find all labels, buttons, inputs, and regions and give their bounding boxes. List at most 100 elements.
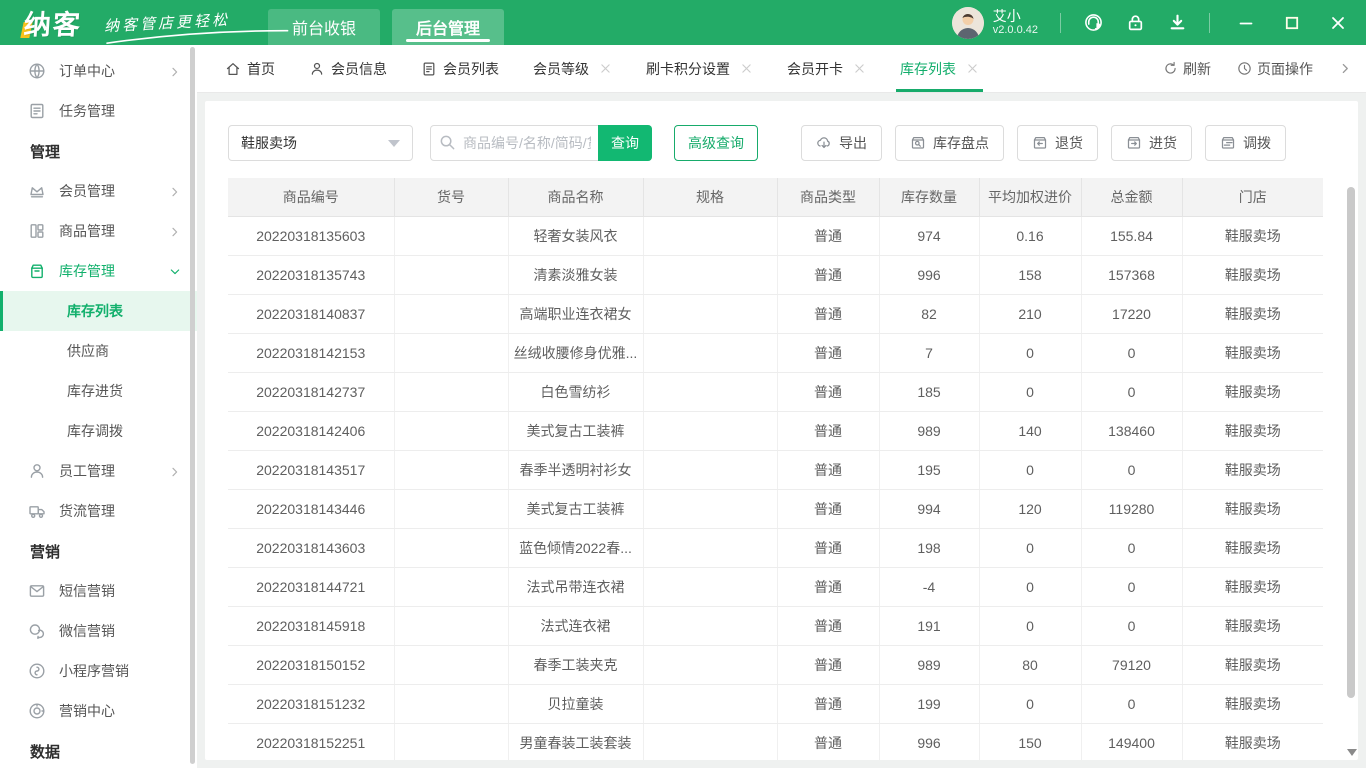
table-cell [394,528,508,567]
close-icon[interactable] [853,62,866,75]
table-row[interactable]: 20220318144721法式吊带连衣裙普通-400鞋服卖场 [228,567,1323,606]
tab-0[interactable]: 首页 [225,45,275,92]
app-logo: 纳客 [24,3,82,42]
home-icon [225,61,241,77]
table-scrollbar[interactable] [1347,187,1355,742]
minimize-button[interactable] [1236,13,1256,33]
sidebar-item-label: 商品管理 [59,221,169,241]
sidebar-subitem-6[interactable]: 库存列表 [0,291,197,331]
table-cell: 鞋服卖场 [1182,255,1323,294]
chevron-right-icon[interactable] [1339,62,1352,75]
table-row[interactable]: 20220318150152春季工装夹克普通9898079120鞋服卖场 [228,645,1323,684]
sidebar-item-15[interactable]: 小程序营销 [0,651,197,691]
table-row[interactable]: 20220318135603轻奢女装风衣普通9740.16155.84鞋服卖场 [228,216,1323,255]
maximize-button[interactable] [1282,13,1302,33]
export-button[interactable]: 导出 [801,125,882,161]
table-row[interactable]: 20220318143446美式复古工装裤普通994120119280鞋服卖场 [228,489,1323,528]
table-row[interactable]: 20220318135743清素淡雅女装普通996158157368鞋服卖场 [228,255,1323,294]
topnav-backoffice-button[interactable]: 后台管理 [392,9,504,45]
table-cell: 普通 [777,645,879,684]
table-row[interactable]: 20220318143603蓝色倾情2022春...普通19800鞋服卖场 [228,528,1323,567]
close-icon[interactable] [966,62,979,75]
table-cell: 鞋服卖场 [1182,528,1323,567]
tab-6[interactable]: 库存列表 [900,45,979,92]
return-button[interactable]: 退货 [1017,125,1098,161]
close-button[interactable] [1328,13,1348,33]
task-icon [28,102,46,120]
sidebar-subitem-8[interactable]: 库存进货 [0,371,197,411]
tab-5[interactable]: 会员开卡 [787,45,866,92]
close-icon[interactable] [599,62,612,75]
table-cell: 80 [979,645,1081,684]
table-cell: 20220318142406 [228,411,394,450]
query-button[interactable]: 查询 [598,125,652,161]
sidebar-section-label: 管理 [0,131,197,171]
chevron-right-icon [169,465,181,477]
tab-4[interactable]: 刷卡积分设置 [646,45,753,92]
table-cell: 0 [979,606,1081,645]
tab-1[interactable]: 会员信息 [309,45,387,92]
page-ops-icon [1237,61,1252,76]
tab-label: 库存列表 [900,59,956,79]
button-label: 导出 [839,133,867,153]
sidebar-subitem-7[interactable]: 供应商 [0,331,197,371]
sidebar-subitem-9[interactable]: 库存调拨 [0,411,197,451]
sidebar-item-0[interactable]: 订单中心 [0,51,197,91]
table-cell [643,567,777,606]
column-header: 总金额 [1081,178,1182,216]
sidebar-item-14[interactable]: 微信营销 [0,611,197,651]
table-row[interactable]: 20220318142737白色雪纺衫普通18500鞋服卖场 [228,372,1323,411]
table-cell: 0 [1081,372,1182,411]
page-operations-button[interactable]: 页面操作 [1237,59,1313,79]
sidebar-item-5[interactable]: 库存管理 [0,251,197,291]
table-cell: 0.16 [979,216,1081,255]
close-icon[interactable] [740,62,753,75]
download-icon[interactable] [1167,13,1187,33]
advanced-query-button[interactable]: 高级查询 [674,125,758,161]
window-controls [1236,13,1348,33]
table-cell [643,216,777,255]
sidebar-item-10[interactable]: 员工管理 [0,451,197,491]
sidebar-item-label: 微信营销 [59,621,181,641]
transfer-button[interactable]: 调拨 [1205,125,1286,161]
scrollbar-down-arrow[interactable] [1347,749,1357,756]
table-cell: 鞋服卖场 [1182,645,1323,684]
refresh-button[interactable]: 刷新 [1163,59,1211,79]
table-cell: 白色雪纺衫 [508,372,643,411]
sidebar-item-13[interactable]: 短信营销 [0,571,197,611]
table-cell: 994 [879,489,979,528]
sidebar-item-4[interactable]: 商品管理 [0,211,197,251]
table-row[interactable]: 20220318145918法式连衣裙普通19100鞋服卖场 [228,606,1323,645]
table-row[interactable]: 20220318140837高端职业连衣裙女普通8221017220鞋服卖场 [228,294,1323,333]
sidebar-item-11[interactable]: 货流管理 [0,491,197,531]
sidebar-scrollbar[interactable] [190,47,195,764]
table-row[interactable]: 20220318151232贝拉童装普通19900鞋服卖场 [228,684,1323,723]
tab-2[interactable]: 会员列表 [421,45,499,92]
table-row[interactable]: 20220318142406美式复古工装裤普通989140138460鞋服卖场 [228,411,1323,450]
table-cell: 191 [879,606,979,645]
table-cell: 0 [1081,567,1182,606]
table-row[interactable]: 20220318152251男童春装工装套装普通996150149400鞋服卖场 [228,723,1323,760]
tab-3[interactable]: 会员等级 [533,45,612,92]
transfer-icon [1220,135,1236,151]
scrollbar-thumb[interactable] [1347,187,1355,698]
sidebar-item-3[interactable]: 会员管理 [0,171,197,211]
table-cell: 20220318151232 [228,684,394,723]
service-icon[interactable] [1083,13,1103,33]
table-cell: 185 [879,372,979,411]
lock-icon[interactable] [1125,13,1145,33]
stocktake-button[interactable]: 库存盘点 [895,125,1004,161]
table-cell: 210 [979,294,1081,333]
purchase-button[interactable]: 进货 [1111,125,1192,161]
user-box[interactable]: 艾小 v2.0.0.42 [952,7,1038,39]
topnav-cashier-button[interactable]: 前台收银 [268,9,380,45]
sidebar-item-16[interactable]: 营销中心 [0,691,197,731]
table-cell: 996 [879,723,979,760]
store-select[interactable]: 鞋服卖场 [228,125,413,161]
table-row[interactable]: 20220318142153丝绒收腰修身优雅...普通700鞋服卖场 [228,333,1323,372]
table-cell [394,372,508,411]
table-cell: 鞋服卖场 [1182,606,1323,645]
table-row[interactable]: 20220318143517春季半透明衬衫女普通19500鞋服卖场 [228,450,1323,489]
table-cell: 普通 [777,684,879,723]
sidebar-item-1[interactable]: 任务管理 [0,91,197,131]
